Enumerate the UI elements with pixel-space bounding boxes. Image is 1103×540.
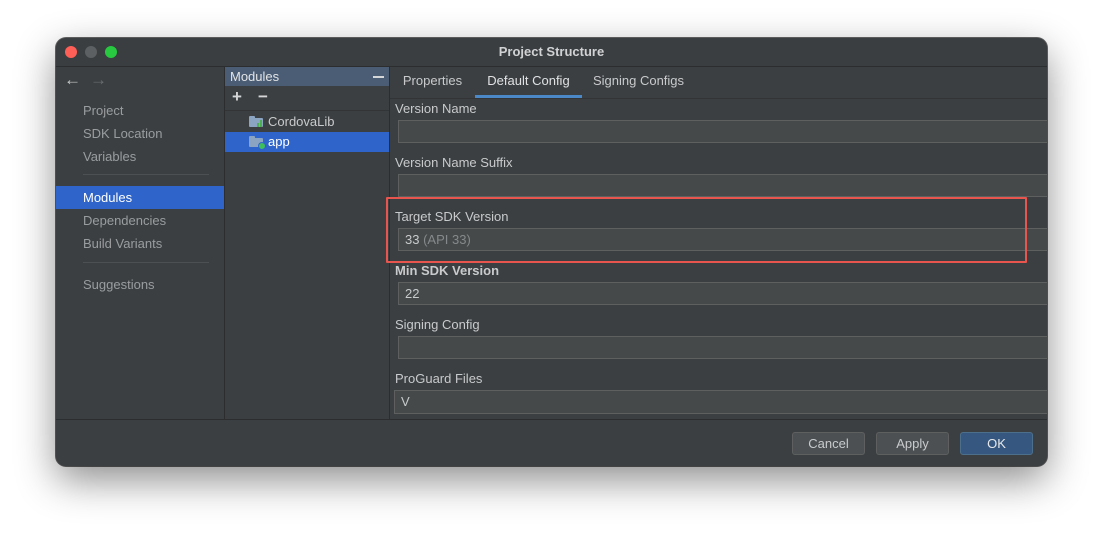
- proguard-files-field[interactable]: V: [394, 390, 1047, 414]
- sidebar-item-suggestions[interactable]: Suggestions: [56, 273, 224, 296]
- signing-config-label: Signing Config: [395, 317, 480, 332]
- ok-button[interactable]: OK: [960, 432, 1033, 455]
- module-item-cordovalib[interactable]: CordovaLib: [225, 112, 389, 132]
- collapse-icon[interactable]: [373, 76, 384, 78]
- window-title: Project Structure: [498, 44, 605, 59]
- sidebar-item-project[interactable]: Project: [56, 99, 224, 122]
- add-module-icon[interactable]: +: [232, 88, 242, 106]
- modules-header-label: Modules: [230, 69, 280, 84]
- signing-config-field[interactable]: [398, 336, 1047, 359]
- version-name-field[interactable]: [398, 120, 1047, 143]
- sidebar-divider: [83, 262, 209, 263]
- sidebar: ← → Project SDK Location Variables Modul…: [56, 67, 225, 419]
- sidebar-item-dependencies[interactable]: Dependencies: [56, 209, 224, 232]
- modules-panel: Modules + − CordovaLib app: [225, 67, 390, 419]
- sidebar-item-sdk-location[interactable]: SDK Location: [56, 122, 224, 145]
- forward-arrow-icon[interactable]: →: [90, 69, 107, 91]
- back-arrow-icon[interactable]: ←: [64, 69, 81, 91]
- config-tabs: Properties Default Config Signing Config…: [390, 67, 1047, 99]
- proguard-files-label: ProGuard Files: [395, 371, 483, 386]
- sidebar-item-modules[interactable]: Modules: [56, 186, 224, 209]
- tab-properties[interactable]: Properties: [390, 67, 475, 98]
- min-sdk-label: Min SDK Version: [395, 263, 500, 278]
- module-label: CordovaLib: [268, 114, 335, 129]
- module-label: app: [268, 134, 290, 149]
- highlight-box: [386, 197, 1027, 263]
- sidebar-item-variables[interactable]: Variables: [56, 145, 224, 168]
- version-name-suffix-field[interactable]: [398, 174, 1047, 197]
- tab-signing-configs[interactable]: Signing Configs: [582, 67, 695, 98]
- cancel-button[interactable]: Cancel: [792, 432, 865, 455]
- title-bar: Project Structure: [56, 38, 1047, 67]
- sidebar-item-build-variants[interactable]: Build Variants: [56, 232, 224, 255]
- sidebar-divider: [83, 174, 209, 175]
- modules-header: Modules: [225, 67, 389, 86]
- tab-default-config[interactable]: Default Config: [475, 67, 582, 98]
- modules-toolbar: + −: [225, 86, 389, 111]
- library-module-icon: [249, 116, 263, 127]
- dialog-footer: Cancel Apply OK: [56, 419, 1047, 466]
- remove-module-icon[interactable]: −: [258, 88, 268, 106]
- version-name-label: Version Name: [395, 101, 477, 116]
- min-sdk-field[interactable]: 22: [398, 282, 1047, 305]
- apply-button[interactable]: Apply: [876, 432, 949, 455]
- version-name-suffix-label: Version Name Suffix: [395, 155, 513, 170]
- app-module-icon: [249, 136, 266, 150]
- module-item-app[interactable]: app: [225, 132, 389, 152]
